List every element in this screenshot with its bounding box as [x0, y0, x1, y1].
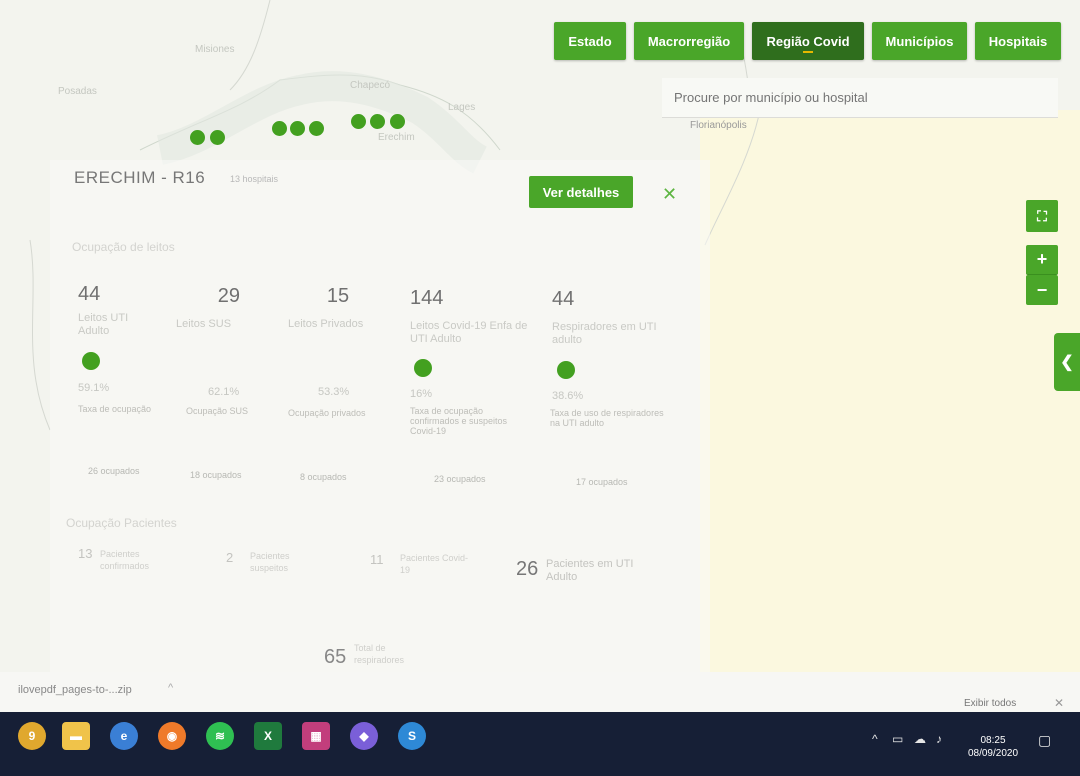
map-hospital-marker[interactable] — [290, 121, 305, 136]
map-label-chapeco: Chapecó — [350, 80, 391, 91]
patients-section-title: Ocupação Pacientes — [66, 516, 177, 530]
occupied-count: 23 ocupados — [434, 474, 486, 484]
firefox-icon[interactable]: ◉ — [158, 722, 186, 750]
close-icon[interactable]: ✕ — [662, 184, 677, 205]
map-hospital-marker[interactable] — [272, 121, 287, 136]
occupied-count: 8 ocupados — [300, 472, 347, 482]
patient-label: Pacientes em UTI Adulto — [546, 558, 634, 583]
patient-count: 13 — [78, 546, 93, 561]
stat-sus: 29 Leitos SUS — [176, 285, 296, 331]
nav-regiao-covid-button[interactable]: Região Covid — [752, 22, 864, 60]
view-details-button[interactable]: Ver detalhes — [529, 176, 633, 208]
map-hospital-marker[interactable] — [309, 121, 324, 136]
show-all-downloads-link[interactable]: Exibir todos — [964, 698, 1016, 709]
nav-hospitais-button[interactable]: Hospitais — [975, 22, 1061, 60]
total-respirators-count: 65 — [324, 646, 347, 668]
notifications-icon[interactable]: ▢ — [1038, 732, 1051, 749]
percent-caption: Taxa de ocupação confirmados e suspeitos… — [410, 406, 508, 436]
stat-value: 144 — [410, 287, 444, 309]
paint-icon[interactable]: ◆ — [350, 722, 378, 750]
map-label-lages: Lages — [448, 102, 476, 113]
zoom-out-button[interactable]: − — [1026, 275, 1058, 305]
stat-privados: 15 Leitos Privados — [288, 285, 408, 331]
status-dot — [82, 352, 100, 370]
stat-label: Leitos Privados — [288, 318, 364, 330]
file-explorer-icon[interactable]: ▬ — [62, 722, 90, 750]
download-bar: ilovepdf_pages-to-...zip ^ Exibir todos … — [0, 672, 1080, 712]
patient-count: 11 — [370, 552, 384, 567]
percent-value: 62.1% — [208, 386, 240, 398]
beds-section-title: Ocupação de leitos — [72, 240, 175, 254]
nav-estado-button[interactable]: Estado — [554, 22, 626, 60]
status-dot — [557, 361, 575, 379]
stat-covid: 144 Leitos Covid-19 Enfa de UTI Adulto — [410, 287, 540, 346]
patient-label: Pacientes confirmados — [100, 549, 150, 571]
network-icon[interactable]: ▭ — [892, 732, 903, 746]
spotify-icon[interactable]: ≋ — [206, 722, 234, 750]
stat-value: 15 — [326, 285, 350, 307]
percent-value: 53.3% — [318, 386, 350, 398]
skype-icon[interactable]: S — [398, 722, 426, 750]
stat-label: Leitos Covid-19 Enfa de UTI Adulto — [410, 320, 528, 345]
map-label-posadas: Posadas — [58, 86, 97, 97]
occupied-count: 26 ocupados — [88, 466, 140, 476]
start-icon[interactable]: 9 — [18, 722, 46, 750]
chevron-left-icon[interactable]: ❮ — [1054, 333, 1080, 391]
chevron-up-icon[interactable]: ^ — [872, 732, 878, 746]
cloud-icon[interactable]: ☁ — [914, 732, 926, 746]
stat-label: Leitos UTI Adulto — [78, 312, 129, 337]
download-file-name[interactable]: ilovepdf_pages-to-...zip — [18, 684, 132, 696]
patient-count: 26 — [516, 558, 539, 580]
map-hospital-marker[interactable] — [210, 130, 225, 145]
taskbar: 9 ▬ e ◉ ≋ X ▦ ◆ S ^ ▭ ☁ ♪ 08:25 08/09/20… — [0, 712, 1080, 776]
stat-label: Leitos SUS — [176, 318, 232, 330]
status-dot — [414, 359, 432, 377]
stat-respiradores: 44 Respiradores em UTI adulto — [552, 288, 682, 347]
search-input[interactable] — [662, 78, 1058, 117]
map-label-florianopolis: Florianópolis — [690, 120, 747, 131]
clock[interactable]: 08:25 08/09/2020 — [962, 734, 1024, 760]
chevron-up-icon[interactable]: ^ — [168, 682, 173, 694]
map-label-misiones: Misiones — [195, 44, 235, 55]
patient-label: Pacientes Covid-19 — [400, 553, 469, 575]
zoom-in-button[interactable]: + — [1026, 245, 1058, 275]
clock-date: 08/09/2020 — [967, 748, 1019, 759]
map-hospital-marker[interactable] — [190, 130, 205, 145]
percent-caption: Taxa de uso de respiradores na UTI adult… — [550, 408, 664, 428]
region-hospital-count: 13 hospitais — [230, 174, 279, 184]
total-respirators-label: Total de respiradores — [354, 643, 405, 665]
map-hospital-marker[interactable] — [370, 114, 385, 129]
clock-time: 08:25 — [980, 735, 1006, 746]
occupied-count: 17 ocupados — [576, 477, 628, 487]
nav-municipios-button[interactable]: Municípios — [872, 22, 967, 60]
search-bar — [662, 78, 1058, 118]
volume-icon[interactable]: ♪ — [936, 732, 942, 746]
excel-icon[interactable]: X — [254, 722, 282, 750]
percent-caption: Ocupação privados — [288, 408, 366, 418]
fullscreen-icon[interactable]: ⛶ — [1026, 200, 1058, 232]
stat-value: 44 — [552, 288, 575, 310]
map-hospital-marker[interactable] — [390, 114, 405, 129]
region-title: ERECHIM - R16 — [74, 168, 206, 187]
patient-count: 2 — [226, 550, 234, 565]
stat-value: 29 — [217, 285, 240, 307]
edge-icon[interactable]: e — [110, 722, 138, 750]
percent-value: 59.1% — [78, 382, 110, 394]
winrar-icon[interactable]: ▦ — [302, 722, 330, 750]
percent-value: 38.6% — [552, 390, 584, 402]
close-icon[interactable]: ✕ — [1054, 696, 1064, 710]
stat-label: Respiradores em UTI adulto — [552, 321, 657, 346]
map-label-erechim: Erechim — [378, 132, 415, 143]
patient-label: Pacientes suspeitos — [250, 551, 290, 573]
nav-macrorregiao-button[interactable]: Macrorregião — [634, 22, 744, 60]
occupied-count: 18 ocupados — [190, 470, 242, 480]
map-hospital-marker[interactable] — [351, 114, 366, 129]
percent-value: 16% — [410, 388, 433, 400]
